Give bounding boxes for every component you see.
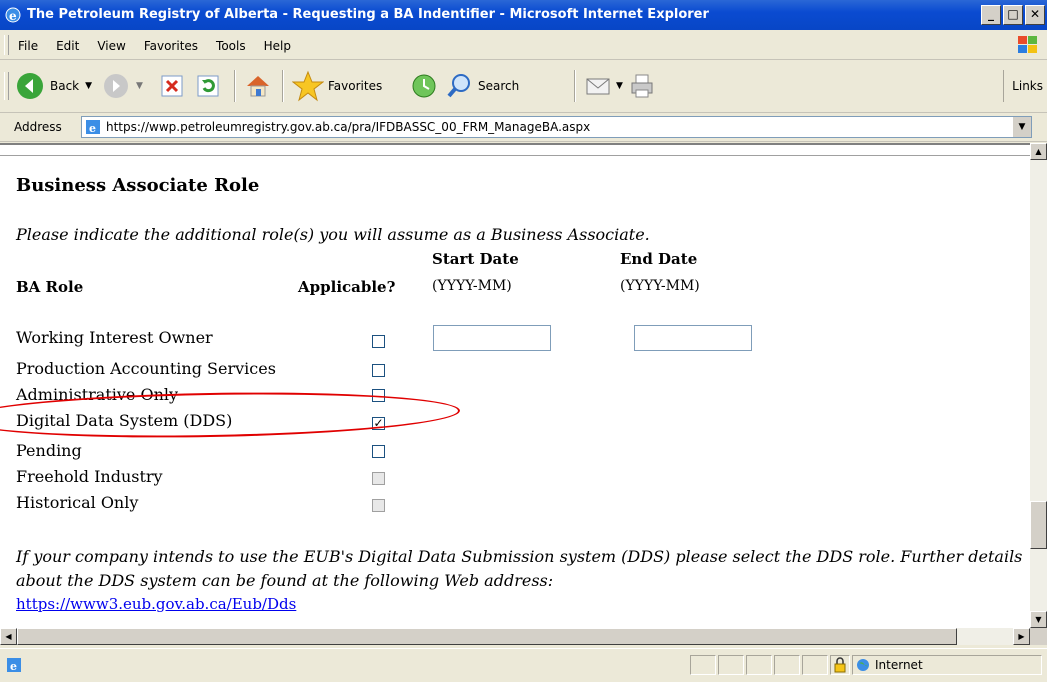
address-url: https://wwp.petroleumregistry.gov.ab.ca/… <box>106 120 591 134</box>
forward-arrow-icon <box>104 74 128 98</box>
scroll-up-icon[interactable]: ▲ <box>1030 143 1047 160</box>
mail-button[interactable]: ▼ <box>584 72 623 100</box>
checkbox-historical-only <box>372 499 385 512</box>
divider <box>0 155 1030 156</box>
vertical-scrollbar[interactable]: ▲ ▼ <box>1030 143 1047 628</box>
svg-text:e: e <box>10 660 17 673</box>
status-pane-3 <box>746 655 772 675</box>
column-start-date: Start Date <box>432 250 519 268</box>
favorites-label: Favorites <box>328 79 383 93</box>
zone-label: Internet <box>875 658 923 672</box>
address-dropdown-icon[interactable]: ▼ <box>1012 117 1031 137</box>
intro-text: Please indicate the additional role(s) y… <box>16 225 650 244</box>
status-pane-2 <box>718 655 744 675</box>
links-button[interactable]: Links <box>1003 70 1047 102</box>
dds-note: If your company intends to use the EUB's… <box>16 547 1023 590</box>
back-button[interactable]: Back ▼ <box>14 70 92 102</box>
scroll-left-icon[interactable]: ◀ <box>0 628 17 645</box>
page-status-icon: e <box>7 658 21 673</box>
forward-button[interactable]: ▼ <box>102 72 143 100</box>
checkbox-working-interest-owner[interactable] <box>372 335 385 348</box>
history-button[interactable] <box>410 72 438 100</box>
window-title: The Petroleum Registry of Alberta - Requ… <box>27 7 709 22</box>
menu-edit[interactable]: Edit <box>56 39 79 53</box>
maximize-button[interactable]: □ <box>1003 5 1023 25</box>
checkbox-pending[interactable] <box>372 445 385 458</box>
menu-view[interactable]: View <box>97 39 125 53</box>
role-label-freehold-industry: Freehold Industry <box>16 467 163 486</box>
standard-toolbar: Back ▼ ▼ Favorites Search ▼ Links <box>0 60 1047 113</box>
column-applicable: Applicable? <box>298 278 396 296</box>
menu-favorites[interactable]: Favorites <box>144 39 198 53</box>
mail-dropdown-icon[interactable]: ▼ <box>616 81 623 91</box>
status-pane-1 <box>690 655 716 675</box>
refresh-icon <box>197 75 219 97</box>
refresh-button[interactable] <box>196 74 220 98</box>
start-date-input[interactable] <box>433 325 551 351</box>
horizontal-scrollbar[interactable]: ◀ ▶ <box>0 628 1030 645</box>
page-icon: e <box>86 120 100 135</box>
print-button[interactable] <box>628 72 656 100</box>
column-ba-role: BA Role <box>16 278 84 296</box>
stop-icon <box>161 75 183 97</box>
close-button[interactable]: ✕ <box>1025 5 1045 25</box>
address-input[interactable]: e https://wwp.petroleumregistry.gov.ab.c… <box>81 116 1032 138</box>
star-icon <box>292 70 324 102</box>
back-dropdown-icon[interactable]: ▼ <box>85 81 92 91</box>
status-pane-5 <box>802 655 828 675</box>
title-bar: e The Petroleum Registry of Alberta - Re… <box>0 0 1047 30</box>
mail-icon <box>586 78 610 95</box>
search-icon <box>447 74 470 98</box>
forward-dropdown-icon[interactable]: ▼ <box>136 81 143 91</box>
address-bar: Address e https://wwp.petroleumregistry.… <box>0 113 1047 142</box>
vertical-scroll-thumb[interactable] <box>1030 501 1047 549</box>
role-label-historical-only: Historical Only <box>16 493 139 512</box>
stop-button[interactable] <box>160 74 184 98</box>
horizontal-scroll-thumb[interactable] <box>17 628 957 645</box>
role-label-production-accounting: Production Accounting Services <box>16 359 276 378</box>
column-end-date: End Date <box>620 250 698 268</box>
dds-link[interactable]: https://www3.eub.gov.ab.ca/Eub/Dds <box>16 595 296 613</box>
ie-icon: e <box>5 7 21 23</box>
address-label: Address <box>14 120 62 134</box>
end-date-input[interactable] <box>634 325 752 351</box>
svg-text:e: e <box>89 122 96 135</box>
menu-tools[interactable]: Tools <box>216 39 246 53</box>
status-bar: e Internet <box>0 648 1047 682</box>
home-button[interactable] <box>244 72 272 100</box>
scrollbar-corner <box>1030 628 1047 645</box>
favorites-button[interactable]: Favorites <box>292 70 382 102</box>
scroll-right-icon[interactable]: ▶ <box>1013 628 1030 645</box>
lock-pane <box>830 655 850 675</box>
end-date-format: (YYYY-MM) <box>620 278 700 294</box>
zone-pane: Internet <box>852 655 1042 675</box>
svg-text:e: e <box>9 9 17 23</box>
role-label-pending: Pending <box>16 441 82 460</box>
back-arrow-icon <box>17 73 43 99</box>
minimize-button[interactable]: _ <box>981 5 1001 25</box>
checkbox-freehold-industry <box>372 472 385 485</box>
search-label: Search <box>478 79 520 93</box>
history-icon <box>412 74 436 98</box>
printer-icon <box>631 74 653 98</box>
menu-file[interactable]: File <box>18 39 38 53</box>
search-button[interactable]: Search <box>446 72 519 100</box>
page-viewport: Business Associate Role Please indicate … <box>0 143 1030 630</box>
menu-bar: File Edit View Favorites Tools Help <box>0 31 1047 60</box>
role-label-working-interest-owner: Working Interest Owner <box>16 328 213 347</box>
home-icon <box>247 76 269 97</box>
windows-logo-icon <box>1018 36 1037 53</box>
lock-icon <box>834 657 846 673</box>
status-pane-4 <box>774 655 800 675</box>
scroll-down-icon[interactable]: ▼ <box>1030 611 1047 628</box>
menu-help[interactable]: Help <box>264 39 291 53</box>
section-heading: Business Associate Role <box>16 175 260 196</box>
checkbox-production-accounting[interactable] <box>372 364 385 377</box>
globe-icon <box>857 659 869 671</box>
start-date-format: (YYYY-MM) <box>432 278 512 294</box>
back-label: Back <box>50 79 80 93</box>
